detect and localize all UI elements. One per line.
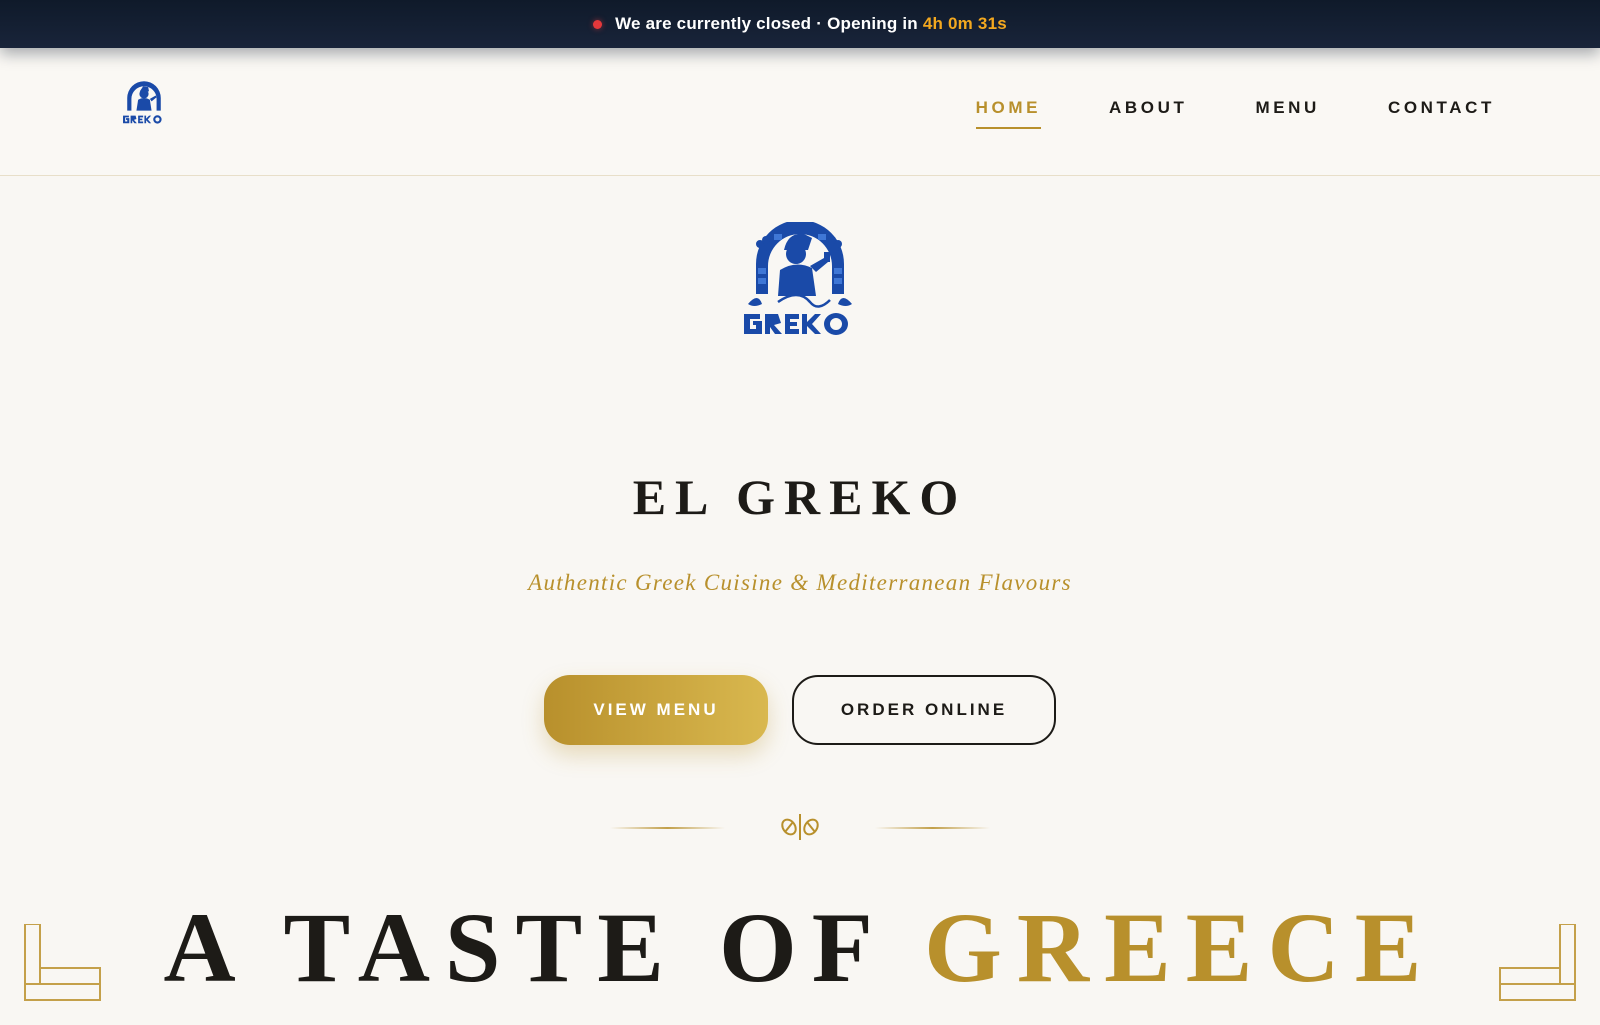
divider-line-left <box>610 827 725 829</box>
main-nav: HOME ABOUT MENU CONTACT <box>908 98 1495 129</box>
nav-link-contact[interactable]: CONTACT <box>1388 98 1495 129</box>
closed-status-text: We are currently closed <box>615 14 812 33</box>
section-heading: A TASTE OF GREECE <box>0 898 1600 998</box>
announcement-bar: We are currently closed · Opening in 4h … <box>0 0 1600 48</box>
opening-prefix: Opening in <box>827 14 918 33</box>
section-heading-accent: GREECE <box>924 892 1437 1003</box>
section-heading-main: A TASTE OF <box>163 892 885 1003</box>
el-greko-logo-icon[interactable] <box>118 80 170 132</box>
order-online-button[interactable]: ORDER ONLINE <box>792 675 1056 745</box>
closed-status-dot <box>593 19 603 29</box>
nav-link-menu[interactable]: MENU <box>1255 98 1319 129</box>
olive-leaf-ornament-icon <box>781 814 819 840</box>
restaurant-name: EL GREKO <box>632 469 968 525</box>
opening-countdown: 4h 0m 31s <box>922 14 1007 33</box>
restaurant-tagline: Authentic Greek Cuisine & Mediterranean … <box>528 570 1072 595</box>
nav-link-about[interactable]: ABOUT <box>1109 98 1187 129</box>
view-menu-button[interactable]: VIEW MENU <box>544 675 768 745</box>
el-greko-logo-icon <box>744 222 852 335</box>
status-separator: · <box>816 14 823 33</box>
greek-key-corner-icon <box>1499 924 1576 1001</box>
site-header: HOME ABOUT MENU CONTACT <box>0 48 1600 176</box>
greek-key-corner-icon <box>24 924 101 1001</box>
nav-link-home[interactable]: HOME <box>975 98 1042 129</box>
divider-line-right <box>875 827 990 829</box>
